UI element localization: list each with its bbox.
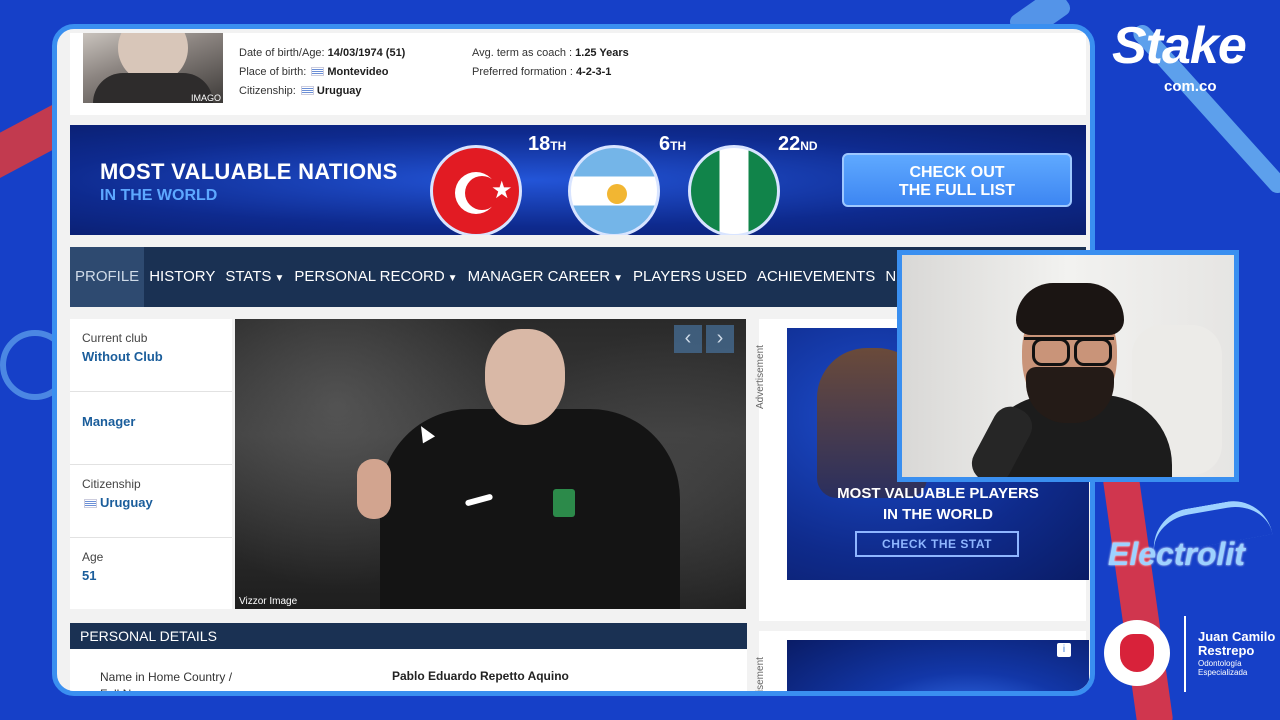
full-name-label: Name in Home Country / Full Name: — [100, 670, 233, 696]
citizenship-block: Citizenship Uruguay — [70, 465, 232, 538]
citizenship-value[interactable]: Uruguay — [317, 85, 362, 97]
current-club-block: Current club Without Club — [70, 319, 232, 392]
ad-info-icon[interactable]: i — [1057, 643, 1071, 657]
avg-term-row: Avg. term as coach : 1.25 Years — [472, 47, 629, 59]
citizenship-link[interactable]: Uruguay — [82, 495, 220, 510]
rank-nigeria: 22ND — [778, 133, 818, 155]
nations-ad-banner[interactable]: MOST VALUABLE NATIONS IN THE WORLD 18TH … — [70, 125, 1086, 235]
age-value: 51 — [82, 568, 97, 583]
nav-stats[interactable]: STATS ▼ — [220, 247, 289, 307]
coach-main-photo: ‹ › Vizzor Image — [235, 319, 746, 609]
coach-info-left: Date of birth/Age: 14/03/1974 (51) Place… — [239, 44, 405, 101]
current-club-label: Current club — [82, 331, 148, 345]
pob-value[interactable]: Montevideo — [327, 66, 388, 78]
nav-profile[interactable]: PROFILE — [70, 247, 145, 307]
uruguay-flag-icon — [311, 67, 325, 76]
stake-domain: com.co — [1164, 78, 1217, 95]
second-ad-banner[interactable] — [787, 640, 1089, 691]
banner-title: MOST VALUABLE NATIONS — [100, 159, 398, 184]
dentist-name: Juan Camilo Restrepo — [1198, 629, 1276, 658]
check-stat-button[interactable]: CHECK THE STAT — [855, 531, 1019, 557]
sponsor-divider — [1184, 616, 1186, 692]
coach-thumbnail: IMAGO — [83, 33, 223, 103]
carousel-next-icon[interactable]: › — [706, 325, 734, 353]
nav-history[interactable]: HISTORY — [144, 247, 220, 307]
coach-header: IMAGO Date of birth/Age: 14/03/1974 (51)… — [70, 33, 1086, 115]
carousel-prev-icon[interactable]: ‹ — [674, 325, 702, 353]
photo-credit: Vizzor Image — [239, 596, 298, 607]
personal-details-body: Name in Home Country / Full Name: Pablo … — [70, 649, 747, 696]
players-ad-title: MOST VALUABLE PLAYERS IN THE WORLD — [837, 485, 1039, 523]
turkey-flag-icon: ★ — [430, 145, 522, 235]
full-name-value: Pablo Eduardo Repetto Aquino — [392, 669, 569, 683]
age-block: Age 51 — [70, 538, 232, 611]
caret-down-icon: ▼ — [613, 273, 624, 284]
citizenship-row: Citizenship: Uruguay — [239, 85, 362, 97]
role-link[interactable]: Manager — [82, 414, 220, 429]
rank-turkey: 18TH — [528, 133, 567, 155]
advertisement-label-2: Advertisement — [755, 657, 766, 696]
current-club-link[interactable]: Without Club — [82, 349, 220, 364]
caret-down-icon: ▼ — [447, 273, 458, 284]
streamer-webcam — [897, 250, 1239, 482]
thumbnail-credit: IMAGO — [190, 93, 221, 103]
dob-value: 14/03/1974 (51) — [327, 47, 406, 59]
rank-argentina: 6TH — [659, 133, 687, 155]
pob-row: Place of birth: Montevideo — [239, 66, 389, 78]
dob-row: Date of birth/Age: 14/03/1974 (51) — [239, 47, 406, 59]
nav-manager-career[interactable]: MANAGER CAREER ▼ — [463, 247, 628, 307]
uruguay-flag-icon — [300, 86, 314, 95]
ad-column-2: Advertisement i — [755, 631, 1089, 691]
formation-row: Preferred formation : 4-2-3-1 — [472, 66, 612, 78]
caret-down-icon: ▼ — [274, 273, 285, 284]
banner-subtitle: IN THE WORLD — [100, 187, 218, 204]
age-label: Age — [82, 550, 104, 564]
nav-personal-record[interactable]: PERSONAL RECORD ▼ — [289, 247, 462, 307]
citizenship-label: Citizenship — [82, 477, 141, 491]
personal-details-title: PERSONAL DETAILS — [70, 623, 747, 649]
advertisement-label: Advertisement — [755, 345, 766, 409]
coach-info-right: Avg. term as coach : 1.25 Years Preferre… — [472, 44, 629, 82]
role-block: Manager — [70, 392, 232, 465]
dentist-tagline: Odontología Especializada — [1198, 659, 1248, 677]
check-full-list-button[interactable]: CHECK OUT THE FULL LIST — [842, 153, 1072, 207]
nav-players-used[interactable]: PLAYERS USED — [628, 247, 752, 307]
nigeria-flag-icon — [688, 145, 780, 235]
tooth-logo-icon — [1104, 620, 1170, 686]
nav-achievements[interactable]: ACHIEVEMENTS — [752, 247, 880, 307]
electrolit-logo: Electrolit — [1108, 536, 1245, 572]
argentina-flag-icon — [568, 145, 660, 235]
avg-term-value: 1.25 Years — [575, 47, 629, 59]
stake-logo: Stake — [1112, 17, 1247, 75]
profile-sidebar: Current club Without Club Manager Citize… — [70, 319, 232, 609]
uruguay-flag-icon — [84, 499, 97, 508]
formation-value: 4-2-3-1 — [575, 66, 612, 78]
